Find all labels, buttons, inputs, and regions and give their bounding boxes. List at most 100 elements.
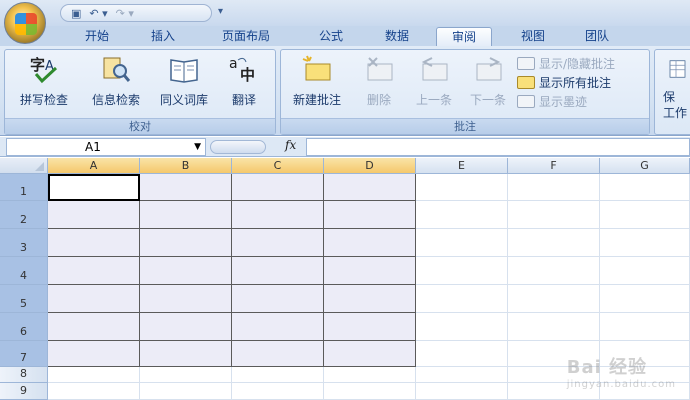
grid-cell[interactable]: [232, 285, 324, 313]
grid-cell[interactable]: [600, 201, 690, 229]
grid-cell[interactable]: [416, 174, 508, 201]
row-header-9[interactable]: 9: [0, 383, 48, 400]
grid-cell[interactable]: [140, 383, 232, 400]
grid-cell[interactable]: [508, 285, 600, 313]
grid-cell[interactable]: [600, 257, 690, 285]
active-cell[interactable]: [48, 174, 140, 201]
grid-cell[interactable]: [48, 229, 140, 257]
grid-cell[interactable]: [140, 174, 232, 201]
grid-cell[interactable]: [140, 285, 232, 313]
row-header-3[interactable]: 3: [0, 229, 48, 257]
protect-sheet-button[interactable]: 保 工作: [663, 54, 690, 121]
toggle-comment-button[interactable]: 显示/隐藏批注: [517, 55, 615, 71]
grid-cell[interactable]: [140, 341, 232, 367]
grid-cell[interactable]: [324, 313, 416, 341]
grid-cell[interactable]: [600, 285, 690, 313]
grid-cell[interactable]: [324, 174, 416, 201]
grid-cell[interactable]: [232, 313, 324, 341]
formula-input[interactable]: [306, 138, 690, 156]
grid-cell[interactable]: [48, 313, 140, 341]
tab-review[interactable]: 审阅: [436, 27, 492, 47]
grid-cell[interactable]: [416, 367, 508, 383]
grid-cell[interactable]: [48, 341, 140, 367]
grid-cell[interactable]: [324, 285, 416, 313]
thesaurus-button[interactable]: 同义词库: [153, 54, 215, 108]
grid-cell[interactable]: [140, 201, 232, 229]
grid-cell[interactable]: [416, 313, 508, 341]
tab-view[interactable]: 视图: [508, 27, 558, 47]
next-comment-button[interactable]: 下一条: [463, 54, 513, 108]
show-ink-button[interactable]: 显示墨迹: [517, 93, 587, 109]
grid-cell[interactable]: [48, 367, 140, 383]
column-header-d[interactable]: D: [324, 158, 416, 174]
office-button[interactable]: [4, 2, 46, 44]
grid-cell[interactable]: [140, 367, 232, 383]
select-all-button[interactable]: [0, 158, 48, 174]
research-button[interactable]: 信息检索: [85, 54, 147, 108]
row-header-4[interactable]: 4: [0, 257, 48, 285]
grid-cell[interactable]: [232, 367, 324, 383]
grid-cell[interactable]: [416, 257, 508, 285]
tab-insert[interactable]: 插入: [138, 27, 188, 47]
grid-cell[interactable]: [324, 383, 416, 400]
grid-cell[interactable]: [508, 229, 600, 257]
grid-cell[interactable]: [48, 285, 140, 313]
grid-cell[interactable]: [508, 257, 600, 285]
grid-cell[interactable]: [232, 257, 324, 285]
translate-button[interactable]: a 中 翻译: [219, 54, 269, 108]
row-header-7[interactable]: 7: [0, 341, 48, 367]
grid-cell[interactable]: [600, 174, 690, 201]
customize-quick-access-icon[interactable]: ▾: [218, 6, 223, 17]
grid-cell[interactable]: [48, 257, 140, 285]
grid-cell[interactable]: [140, 313, 232, 341]
grid-cell[interactable]: [600, 313, 690, 341]
save-icon[interactable]: ▣: [71, 8, 81, 19]
redo-icon[interactable]: ↷ ▾: [116, 8, 134, 19]
column-header-e[interactable]: E: [416, 158, 508, 174]
grid-cell[interactable]: [508, 174, 600, 201]
grid-cell[interactable]: [324, 229, 416, 257]
grid-cell[interactable]: [232, 201, 324, 229]
grid-cell[interactable]: [324, 367, 416, 383]
grid-cell[interactable]: [324, 257, 416, 285]
grid-cell[interactable]: [232, 229, 324, 257]
grid-cell[interactable]: [140, 257, 232, 285]
new-comment-button[interactable]: 新建批注: [285, 54, 349, 108]
spellcheck-button[interactable]: 字 A 拼写检查: [13, 54, 75, 108]
grid-cell[interactable]: [600, 229, 690, 257]
insert-function-button[interactable]: fx: [285, 138, 296, 152]
tab-formulas[interactable]: 公式: [306, 27, 356, 47]
tab-home[interactable]: 开始: [72, 27, 122, 47]
tab-data[interactable]: 数据: [372, 27, 422, 47]
chevron-down-icon[interactable]: ▼: [194, 139, 201, 155]
grid-cell[interactable]: [416, 201, 508, 229]
tab-team[interactable]: 团队: [572, 27, 622, 47]
grid-cell[interactable]: [232, 341, 324, 367]
column-header-a[interactable]: A: [48, 158, 140, 174]
previous-comment-button[interactable]: 上一条: [409, 54, 459, 108]
column-header-g[interactable]: G: [600, 158, 690, 174]
column-header-f[interactable]: F: [508, 158, 600, 174]
grid-cell[interactable]: [416, 383, 508, 400]
column-header-b[interactable]: B: [140, 158, 232, 174]
name-box[interactable]: A1 ▼: [6, 138, 206, 156]
grid-cell[interactable]: [324, 341, 416, 367]
grid-cell[interactable]: [416, 285, 508, 313]
grid-cell[interactable]: [232, 383, 324, 400]
column-header-c[interactable]: C: [232, 158, 324, 174]
show-all-comments-button[interactable]: 显示所有批注: [517, 74, 611, 90]
grid-cell[interactable]: [232, 174, 324, 201]
grid-cell[interactable]: [508, 313, 600, 341]
grid-cell[interactable]: [48, 383, 140, 400]
tab-page-layout[interactable]: 页面布局: [210, 27, 282, 47]
grid-cell[interactable]: [416, 229, 508, 257]
row-header-5[interactable]: 5: [0, 285, 48, 313]
row-header-2[interactable]: 2: [0, 201, 48, 229]
formula-bar-resize-handle[interactable]: [210, 140, 266, 154]
grid-cell[interactable]: [48, 201, 140, 229]
delete-comment-button[interactable]: 删除: [357, 54, 401, 108]
row-header-6[interactable]: 6: [0, 313, 48, 341]
grid-cell[interactable]: [324, 201, 416, 229]
grid-cell[interactable]: [140, 229, 232, 257]
row-header-1[interactable]: 1: [0, 174, 48, 201]
